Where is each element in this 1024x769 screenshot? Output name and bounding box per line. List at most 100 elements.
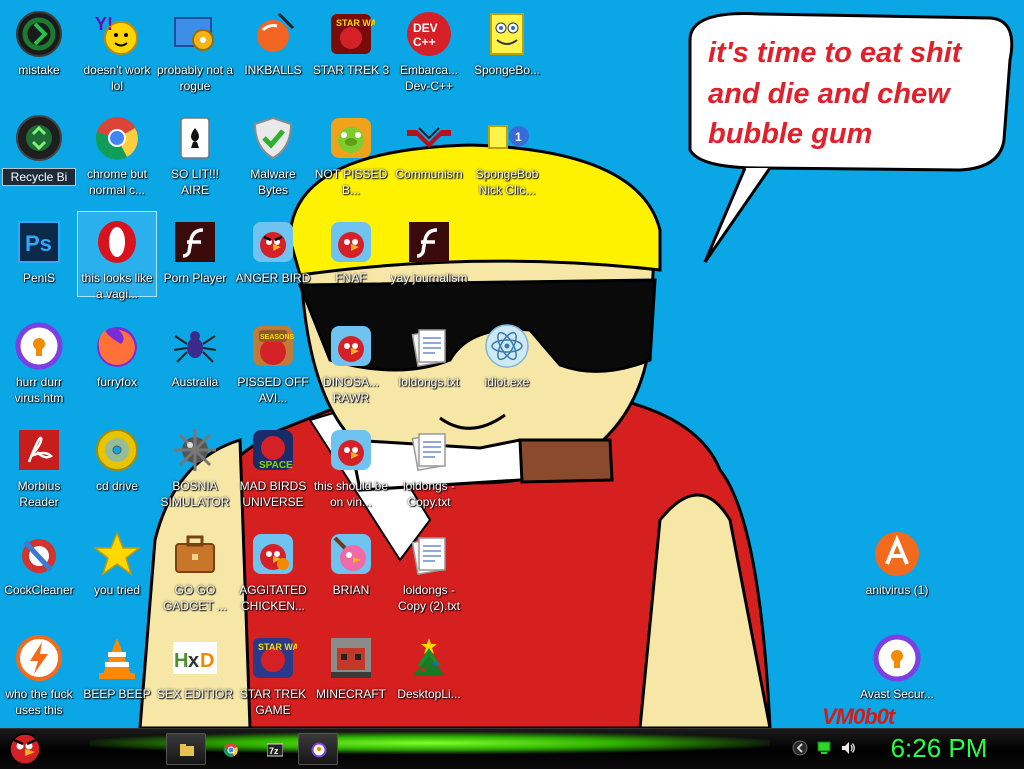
photoshop-icon: Ps <box>18 221 60 263</box>
angry-bird-start-icon <box>9 733 41 765</box>
desktop-icon-australia[interactable]: Australia <box>156 316 234 416</box>
desktop-icon-idiot-exe[interactable]: idiot.exe <box>468 316 546 416</box>
taskbar-clock[interactable]: 6:26 PM <box>880 733 998 764</box>
icon-label: idiot.exe <box>484 375 530 389</box>
devcpp-icon: DEVC++ <box>407 12 451 56</box>
desktop-icon-cd-drive[interactable]: cd drive <box>78 420 156 520</box>
icon-label: yay journalism <box>390 271 468 285</box>
icon-label: NOT PISSED B... <box>314 167 388 197</box>
desktop-icon-recycle-bin[interactable]: Recycle Bi <box>0 108 78 208</box>
taskbar-file-explorer-button[interactable] <box>166 733 206 765</box>
svg-text:SEASONS: SEASONS <box>260 334 295 341</box>
desktop-icon-who-the-fuck[interactable]: who the fuck uses this <box>0 628 78 728</box>
svg-text:7z: 7z <box>269 746 279 756</box>
desktop-icon-spongebob[interactable]: SpongeBo... <box>468 4 546 104</box>
desktop-icon-go-go-gadget[interactable]: GO GO GADGET ... <box>156 524 234 624</box>
solitaire-icon <box>180 117 210 159</box>
desktop-icon-probably-not-a-rogue[interactable]: probably not a rogue <box>156 4 234 104</box>
desktop-icon-not-pissed[interactable]: NOT PISSED B... <box>312 108 390 208</box>
desktop-icon-sex-editior[interactable]: HxD SEX EDITIOR <box>156 628 234 728</box>
icon-label: loldongs - Copy (2).txt <box>397 583 460 613</box>
chrome-icon <box>223 743 238 757</box>
angry-birds-icon <box>331 222 371 262</box>
icon-label: DINOSA... RAWR <box>322 375 379 405</box>
desktop-icon-so-lit-aire[interactable]: SO LIT!!! AIRE <box>156 108 234 208</box>
desktop-icon-aggitated-chicken[interactable]: AGGITATED CHICKEN... <box>234 524 312 624</box>
desktop-icon-hurr-durr[interactable]: hurr durr virus.htm <box>0 316 78 416</box>
volume-icon[interactable] <box>840 740 856 756</box>
desktop-icon-pissed-off-avi[interactable]: SEASONS PISSED OFF AVI... <box>234 316 312 416</box>
text-file-icon <box>411 537 446 576</box>
icon-label-rename-field[interactable]: Recycle Bi <box>2 168 76 186</box>
desktop-icon-spongebob-nick[interactable]: 1 SpongeBob Nick Clic... <box>468 108 546 208</box>
vlc-icon <box>99 638 135 679</box>
flash-player-icon <box>175 222 215 262</box>
shield-check-icon <box>253 116 293 160</box>
desktop-icon-anitvirus[interactable]: anitvirus (1) <box>858 524 936 624</box>
desktop-icon-loldongs-copy-2[interactable]: loldongs - Copy (2).txt <box>390 524 468 624</box>
icon-label: MINECRAFT <box>316 687 386 701</box>
network-icon[interactable] <box>816 740 832 756</box>
icon-label: furryfox <box>96 375 137 389</box>
desktop-icon-dinosa-rawr[interactable]: DINOSA... RAWR <box>312 316 390 416</box>
desktop-icon-mad-birds-universe[interactable]: SPACE MAD BIRDS UNIVERSE <box>234 420 312 520</box>
desktop-icon-star-trek-game[interactable]: STAR WARS STAR TREK GAME <box>234 628 312 728</box>
taskbar-avast-browser-button[interactable] <box>298 733 338 765</box>
desktop-icon-anger-bird[interactable]: ANGER BIRD <box>234 212 312 312</box>
spider-solitaire-icon <box>173 331 217 363</box>
desktop-icon-loldongs-txt[interactable]: loldongs.txt <box>390 316 468 416</box>
desktop-icon-communism[interactable]: Communism <box>390 108 468 208</box>
svg-text:Ps: Ps <box>25 231 52 256</box>
icon-label: BRIAN <box>332 583 370 597</box>
mine-icon <box>174 429 216 471</box>
desktop-icon-loldongs-copy[interactable]: loldongs - Copy.txt <box>390 420 468 520</box>
taskbar-7zip-button[interactable]: 7z <box>254 733 294 765</box>
desktop-icon-chrome[interactable]: chrome but normal c... <box>78 108 156 208</box>
desktop-icon-inkballs[interactable]: INKBALLS <box>234 4 312 104</box>
control-panel-icon <box>174 17 214 51</box>
desktop-icon-cockcleaner[interactable]: CockCleaner <box>0 524 78 624</box>
desktop-icon-embarcadero-devcpp[interactable]: DEV C++ Embarca... Dev-C++ <box>390 4 468 104</box>
icon-label: FNAF <box>335 271 367 285</box>
minecraft-icon <box>331 638 371 678</box>
desktop-icon-malware-bytes[interactable]: Malware Bytes <box>234 108 312 208</box>
desktop-icon-desktopli[interactable]: DesktopLi... <box>390 628 468 728</box>
desktop[interactable]: it's time to eat shit and die and chew b… <box>0 0 1024 728</box>
desktop-icon-morbius-reader[interactable]: Morbius Reader <box>0 420 78 520</box>
desktop-icon-bosnia-simulator[interactable]: BOSNIA SIMULATOR <box>156 420 234 520</box>
icon-label: Australia <box>171 375 219 389</box>
electron-icon <box>485 324 529 368</box>
christmas-tree-icon <box>413 638 445 676</box>
briefcase-icon <box>175 535 215 573</box>
desktop-icon-yay-journalism[interactable]: yay journalism <box>390 212 468 312</box>
desktop-icon-minecraft[interactable]: MINECRAFT <box>312 628 390 728</box>
desktop-icon-doesnt-work[interactable]: Y! doesn't work lol <box>78 4 156 104</box>
icon-label: ANGER BIRD <box>235 271 311 285</box>
desktop-icon-brian[interactable]: BRIAN <box>312 524 390 624</box>
desktop-icon-porn-player[interactable]: Porn Player <box>156 212 234 312</box>
desktop-icon-star-trek-3[interactable]: STAR WARS STAR TREK 3 <box>312 4 390 104</box>
svg-text:C++: C++ <box>413 35 436 49</box>
desktop-icon-penis[interactable]: Ps PeniS <box>0 212 78 312</box>
desktop-icon-mistake[interactable]: mistake <box>0 4 78 104</box>
icon-label: DesktopLi... <box>397 687 461 701</box>
desktop-icon-beep-beep[interactable]: BEEP BEEP <box>78 628 156 728</box>
desktop-icon-fnaf[interactable]: FNAF <box>312 212 390 312</box>
icon-label: STAR TREK 3 <box>312 63 390 77</box>
taskbar-chrome-button[interactable] <box>210 733 250 765</box>
flash-bolt-icon <box>16 635 62 681</box>
svg-text:1: 1 <box>515 130 522 144</box>
desktop-icon-avast-secure[interactable]: Avast Secur... <box>858 628 936 728</box>
chevron-left-icon[interactable] <box>792 740 808 756</box>
icon-label: GO GO GADGET ... <box>163 583 227 613</box>
desktop-icon-furryfox[interactable]: furryfox <box>78 316 156 416</box>
icon-label: Embarca... Dev-C++ <box>399 63 459 93</box>
desktop-icon-this-should-be-on-vin[interactable]: this should be on vin... <box>312 420 390 520</box>
desktop-icon-opera-selected[interactable]: this looks like a vagi... <box>77 211 157 301</box>
cd-icon <box>96 429 138 471</box>
icon-label: Communism <box>395 167 463 181</box>
desktop-icon-you-tried[interactable]: you tried <box>78 524 156 624</box>
start-button[interactable] <box>6 727 44 767</box>
avast-browser-icon <box>15 322 63 370</box>
opera-icon <box>98 221 136 263</box>
